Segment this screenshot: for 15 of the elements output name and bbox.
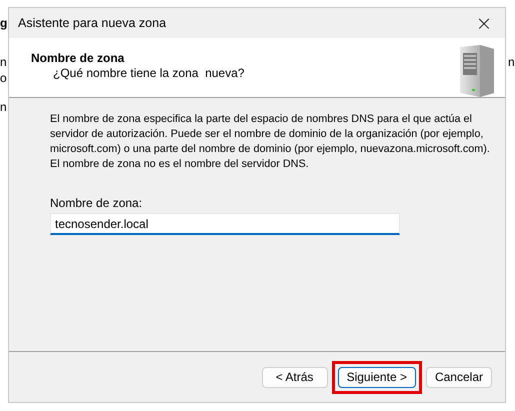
background-text: n [0, 100, 7, 114]
zone-name-label: Nombre de zona: [50, 196, 144, 210]
background-text: g [0, 16, 8, 30]
page-title: Nombre de zona [31, 51, 126, 66]
background-text: n [508, 55, 515, 69]
zone-name-field[interactable]: tecnosender.local [50, 213, 400, 235]
next-button[interactable]: Siguiente > [338, 366, 416, 388]
window-title: Asistente para nueva zona [18, 16, 168, 30]
background-text: o [0, 71, 7, 85]
description-text: El nombre de zona especifica la parte del espacio de nombres DNS para el que actúa el servidor de autorización. Puede ser el nombre de dominio de la organización (por ejemplo, microsoft.com) o una parte del nombre de dominio (por ejemplo, nuevazona.microsoft.com). El nombre de zona no es el nombre del servidor DNS. [50, 112, 491, 172]
background-text: n [0, 55, 7, 69]
page-subtitle: ¿Qué nombre tiene la zona nueva? [52, 66, 246, 81]
back-button[interactable]: < Atrás [262, 366, 328, 388]
cancel-button[interactable]: Cancelar [426, 366, 492, 388]
close-button[interactable]: × [463, 8, 505, 38]
